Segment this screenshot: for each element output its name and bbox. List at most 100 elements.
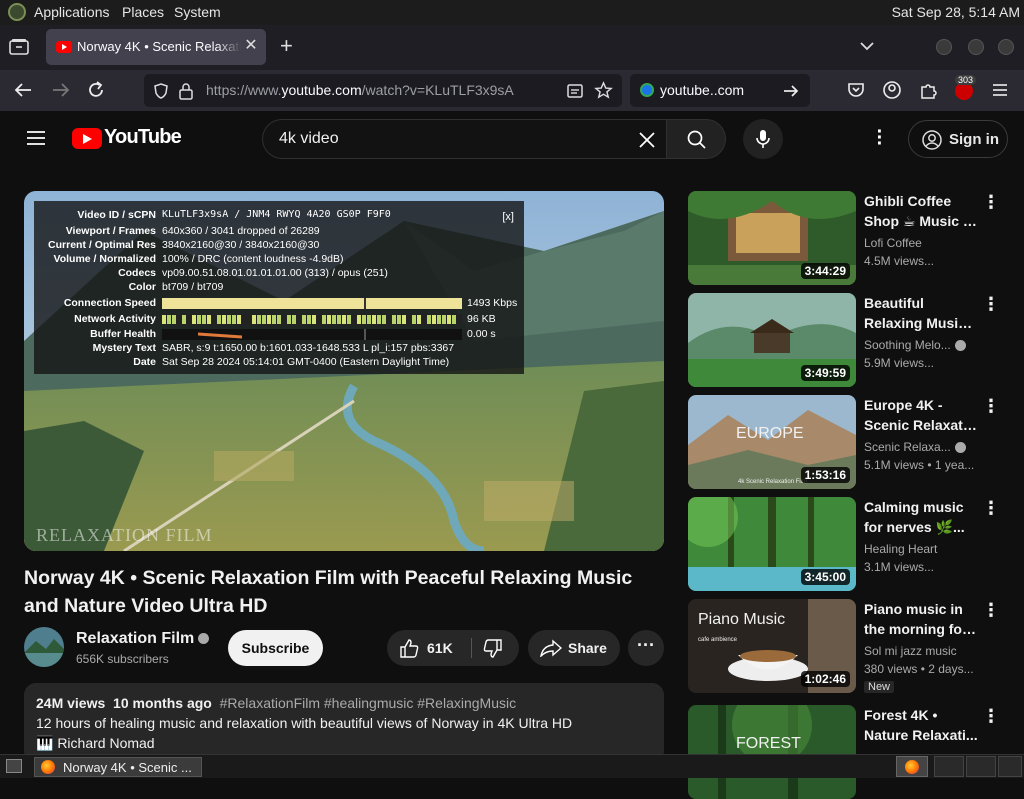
extensions-puzzle-icon[interactable] bbox=[917, 79, 939, 101]
thumbnail-text: EUROPE bbox=[736, 425, 804, 442]
recommended-video[interactable]: 3:44:29 Ghibli Coffee Shop ☕ Music t... Lof… bbox=[688, 191, 1008, 285]
places-menu[interactable]: Places bbox=[122, 4, 164, 20]
recommended-video[interactable]: Piano Music cafe ambience 1:02:46 Piano mus… bbox=[688, 599, 1008, 693]
firefox-icon bbox=[41, 760, 55, 774]
recommended-channel[interactable]: Healing Heart bbox=[864, 542, 978, 556]
recommended-title[interactable]: Europe 4K - Scenic Relaxati... bbox=[864, 395, 978, 435]
recommended-channel[interactable]: Lofi Coffee bbox=[864, 236, 978, 250]
search-icon bbox=[687, 130, 706, 149]
list-all-tabs-chevron-icon[interactable] bbox=[858, 37, 876, 55]
video-thumbnail[interactable]: EUROPE 4k Scenic Relaxation Film 1:53:16 bbox=[688, 395, 856, 489]
upload-age: 10 months ago bbox=[113, 695, 212, 711]
video-thumbnail[interactable]: FOREST bbox=[688, 705, 856, 799]
forward-arrow-icon[interactable] bbox=[50, 79, 72, 101]
url-text[interactable]: https://www.youtube.com/watch?v=KLuTLF3x… bbox=[206, 82, 514, 98]
window-maximize-button[interactable] bbox=[968, 39, 984, 55]
action-menu-kebab-icon[interactable]: ⋮ bbox=[982, 707, 1000, 725]
system-menu[interactable]: System bbox=[174, 4, 221, 20]
more-actions-button[interactable]: ··· bbox=[628, 630, 664, 666]
search-bar-text[interactable]: youtube..com bbox=[660, 82, 744, 98]
recommended-title[interactable]: Calming music for nerves 🌿... bbox=[864, 497, 978, 537]
youtube-logo-icon[interactable] bbox=[72, 128, 102, 149]
video-thumbnail[interactable]: 3:49:59 bbox=[688, 293, 856, 387]
subscribe-button[interactable]: Subscribe bbox=[228, 630, 323, 666]
stats-value: Sat Sep 28 2024 05:14:01 GMT-0400 (Easte… bbox=[162, 356, 450, 368]
recommended-title[interactable]: Forest 4K • Nature Relaxati... bbox=[864, 705, 978, 745]
action-menu-kebab-icon[interactable]: ⋮ bbox=[982, 499, 1000, 517]
browser-tab-active[interactable]: Norway 4K • Scenic Relaxation ✕ bbox=[46, 29, 266, 65]
extension-badge: 303 bbox=[955, 75, 977, 85]
description-box[interactable]: 24M views 10 months ago #RelaxationFilm … bbox=[24, 683, 664, 763]
tab-close-icon[interactable]: ✕ bbox=[242, 37, 260, 55]
applications-menu[interactable]: Applications bbox=[34, 4, 110, 20]
channel-avatar[interactable] bbox=[24, 627, 64, 667]
recommended-channel[interactable]: Soothing Melo... bbox=[864, 338, 978, 352]
workspace-switcher[interactable] bbox=[896, 756, 928, 777]
recommended-views: 3.1M views... bbox=[864, 560, 935, 574]
search-bar[interactable]: youtube..com bbox=[630, 74, 810, 107]
bookmark-star-icon[interactable] bbox=[594, 81, 613, 100]
stats-row: Mystery Text SABR, s:9 t:1650.00 b:1601.0… bbox=[34, 342, 524, 356]
recommended-video[interactable]: 3:45:00 Calming music for nerves 🌿... Heali… bbox=[688, 497, 1008, 591]
youtube-logo-text[interactable]: YouTube bbox=[104, 126, 182, 149]
recommended-video[interactable]: FOREST Forest 4K • Nature Relaxati... ⋮ bbox=[688, 705, 1008, 799]
workspace-2[interactable] bbox=[934, 756, 964, 777]
action-menu-kebab-icon[interactable]: ⋮ bbox=[982, 601, 1000, 619]
youtube-search-input[interactable]: 4k video bbox=[262, 119, 666, 159]
recommended-title[interactable]: Beautiful Relaxing Music ... bbox=[864, 293, 978, 333]
like-count[interactable]: 61K bbox=[427, 640, 453, 656]
action-menu-kebab-icon[interactable]: ⋮ bbox=[982, 295, 1000, 313]
sign-in-button[interactable]: Sign in bbox=[908, 120, 1008, 158]
recommended-title[interactable]: Ghibli Coffee Shop ☕ Music t... bbox=[864, 191, 978, 231]
clear-search-icon[interactable] bbox=[637, 130, 657, 150]
window-minimize-button[interactable] bbox=[936, 39, 952, 55]
video-thumbnail[interactable]: Piano Music cafe ambience 1:02:46 bbox=[688, 599, 856, 693]
stats-value: 1493 Kbps bbox=[467, 297, 518, 309]
hamburger-menu-icon[interactable] bbox=[989, 79, 1011, 101]
action-menu-kebab-icon[interactable]: ⋮ bbox=[982, 193, 1000, 211]
description-line-2: 🎹 Richard Nomad bbox=[36, 735, 155, 751]
reload-icon[interactable] bbox=[85, 79, 107, 101]
recommended-channel[interactable]: Scenic Relaxa... bbox=[864, 440, 978, 454]
dislike-thumbs-down-icon[interactable] bbox=[483, 639, 503, 658]
share-button[interactable]: Share bbox=[528, 630, 620, 666]
voice-search-button[interactable] bbox=[743, 119, 783, 159]
firefox-view-icon[interactable] bbox=[8, 37, 30, 57]
video-thumbnail[interactable]: 3:45:00 bbox=[688, 497, 856, 591]
distro-logo-icon[interactable] bbox=[8, 3, 26, 21]
youtube-search-button[interactable] bbox=[666, 119, 726, 159]
hashtags[interactable]: #RelaxationFilm #healingmusic #RelaxingM… bbox=[220, 695, 516, 711]
clock[interactable]: Sat Sep 28, 5:14 AM bbox=[892, 4, 1020, 20]
workspace-3[interactable] bbox=[966, 756, 996, 777]
verified-badge-icon bbox=[954, 442, 966, 454]
settings-kebab-icon[interactable]: · · · bbox=[872, 122, 888, 154]
recommended-title[interactable]: Piano music in the morning for... bbox=[864, 599, 978, 639]
search-go-arrow-icon[interactable] bbox=[782, 82, 800, 100]
taskbar-window-button[interactable]: Norway 4K • Scenic ... bbox=[34, 757, 202, 777]
new-tab-button[interactable]: + bbox=[280, 35, 293, 57]
action-menu-kebab-icon[interactable]: ⋮ bbox=[982, 397, 1000, 415]
account-icon[interactable] bbox=[881, 79, 903, 101]
lock-icon[interactable] bbox=[178, 82, 194, 100]
show-desktop-icon[interactable] bbox=[6, 759, 22, 773]
recommended-video[interactable]: EUROPE 4k Scenic Relaxation Film 1:53:16 Eu… bbox=[688, 395, 1008, 489]
video-thumbnail[interactable]: 3:44:29 bbox=[688, 191, 856, 285]
stats-value: 0.00 s bbox=[467, 328, 496, 340]
search-engine-icon[interactable] bbox=[640, 83, 654, 97]
recommended-channel[interactable]: Sol mi jazz music bbox=[864, 644, 978, 658]
pocket-icon[interactable] bbox=[845, 79, 867, 101]
video-player[interactable]: [x] Video ID / sCPN KLuTLF3x9sA / JNM4 RW… bbox=[24, 191, 664, 551]
url-bar[interactable]: https://www.youtube.com/watch?v=KLuTLF3x… bbox=[144, 74, 622, 107]
window-close-button[interactable] bbox=[998, 39, 1014, 55]
workspace-4[interactable] bbox=[998, 756, 1022, 777]
like-thumbs-up-icon[interactable] bbox=[399, 639, 419, 658]
guide-menu-icon[interactable] bbox=[26, 129, 46, 147]
tracking-shield-icon[interactable] bbox=[152, 82, 170, 100]
back-arrow-icon[interactable] bbox=[12, 79, 34, 101]
stats-key: Volume / Normalized bbox=[53, 253, 157, 265]
channel-name[interactable]: Relaxation Film bbox=[76, 630, 210, 648]
recommended-video[interactable]: 3:49:59 Beautiful Relaxing Music ... Soothi… bbox=[688, 293, 1008, 387]
bottom-taskbar: Norway 4K • Scenic ... bbox=[0, 754, 1024, 778]
search-query[interactable]: 4k video bbox=[279, 130, 339, 148]
reader-view-icon[interactable] bbox=[566, 82, 584, 100]
